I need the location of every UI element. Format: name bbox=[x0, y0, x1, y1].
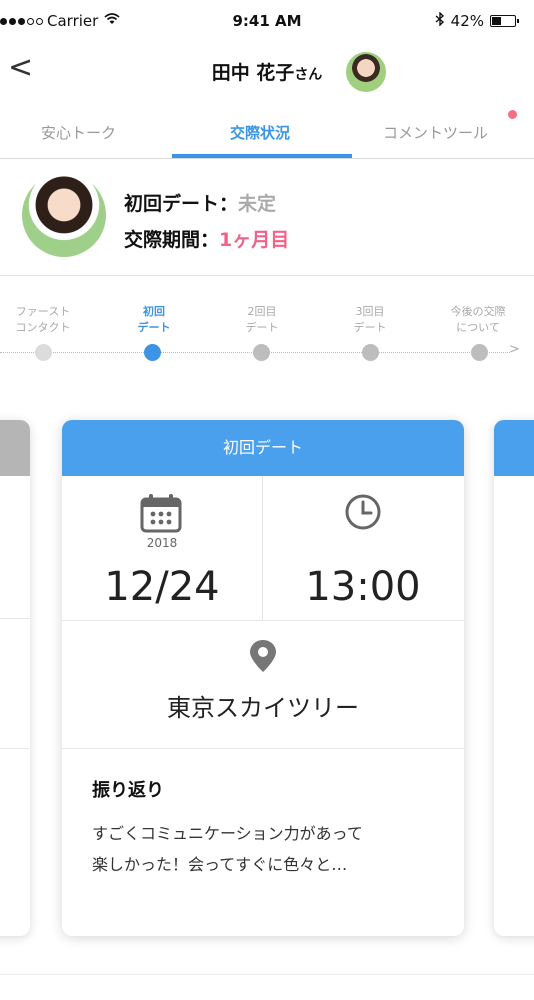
first-date-label: 初回デート： bbox=[124, 193, 239, 215]
step-first-date[interactable]: 初回 デート bbox=[109, 304, 199, 336]
card-title: 初回デート bbox=[62, 420, 464, 476]
period-value: 1ヶ月目 bbox=[219, 229, 290, 251]
calendar-icon bbox=[139, 493, 183, 533]
review-line: すごくコミュニケーション力があって bbox=[92, 824, 363, 843]
step-label-line2: コンタクト bbox=[15, 321, 71, 334]
date-card[interactable]: 初回デート 2018 12/24 13:00 東京スカイツリー 振り返り すごく… bbox=[62, 420, 464, 936]
place-name: 東京スカイツリー bbox=[167, 694, 359, 722]
step-label-line1: ファースト bbox=[15, 305, 71, 318]
next-card-header bbox=[494, 420, 534, 476]
step-dot-future bbox=[471, 344, 488, 361]
date-year: 2018 bbox=[146, 536, 178, 550]
partner-name: 田中 花子 bbox=[211, 62, 295, 84]
step-label-line2: について bbox=[456, 321, 500, 334]
review-line: 楽しかった！会ってすぐに色々と… bbox=[92, 855, 348, 874]
divider bbox=[0, 974, 534, 975]
battery-percent: 42% bbox=[450, 12, 484, 30]
partner-avatar[interactable] bbox=[346, 52, 386, 92]
step-dot-second-date bbox=[253, 344, 270, 361]
divider bbox=[62, 620, 464, 621]
step-future[interactable]: 今後の交際 について bbox=[433, 304, 523, 336]
first-date-value: 未定 bbox=[238, 193, 277, 215]
step-label-line2: デート bbox=[245, 321, 279, 334]
clock-icon bbox=[343, 492, 383, 532]
page-title: 田中 花子さん bbox=[0, 58, 534, 85]
relationship-summary: 初回デート：未定 交際期間：1ヶ月目 bbox=[0, 159, 534, 276]
step-third-date[interactable]: 3回目 デート bbox=[325, 304, 415, 336]
date-cell: 2018 12/24 bbox=[62, 476, 263, 620]
tab-comment-tool[interactable]: コメントツール bbox=[383, 122, 488, 143]
divider bbox=[62, 748, 464, 749]
step-dot-first-date bbox=[144, 344, 161, 361]
review-text: すごくコミュニケーション力があって 楽しかった！会ってすぐに色々と… bbox=[92, 818, 452, 880]
step-label-line1: 今後の交際 bbox=[450, 305, 506, 318]
status-bar: Carrier 9:41 AM 42% bbox=[0, 0, 534, 40]
notification-dot bbox=[508, 110, 517, 119]
step-second-date[interactable]: 2回目 デート bbox=[217, 304, 307, 336]
review-title: 振り返り bbox=[92, 780, 164, 801]
battery-icon bbox=[490, 15, 519, 27]
period-row: 交際期間：1ヶ月目 bbox=[124, 225, 289, 252]
location-pin-icon bbox=[248, 638, 278, 674]
step-label-line1: 初回 bbox=[143, 305, 165, 318]
tab-relationship-status[interactable]: 交際状況 bbox=[230, 122, 290, 143]
name-suffix: さん bbox=[294, 67, 323, 83]
next-card[interactable] bbox=[494, 420, 534, 936]
divider bbox=[0, 618, 30, 619]
progress-steps: ファースト コンタクト 初回 デート 2回目 デート 3回目 デート 今後の交際… bbox=[0, 290, 534, 370]
chevron-right-icon: > bbox=[509, 342, 520, 357]
step-dot-third-date bbox=[362, 344, 379, 361]
step-first-contact[interactable]: ファースト コンタクト bbox=[0, 304, 88, 336]
nav-bar: < 田中 花子さん bbox=[0, 40, 534, 100]
step-label-line2: デート bbox=[353, 321, 387, 334]
period-label: 交際期間： bbox=[124, 229, 220, 251]
previous-card-header bbox=[0, 420, 30, 476]
first-date-row: 初回デート：未定 bbox=[124, 189, 276, 216]
step-label-line2: デート bbox=[137, 321, 171, 334]
step-label-line1: 3回目 bbox=[355, 305, 385, 318]
partner-photo bbox=[22, 173, 106, 257]
tab-bar: 安心トーク 交際状況 コメントツール bbox=[0, 108, 534, 159]
date-value: 12/24 bbox=[104, 564, 220, 610]
bluetooth-icon bbox=[435, 11, 445, 30]
previous-card[interactable] bbox=[0, 420, 30, 936]
step-label-line1: 2回目 bbox=[247, 305, 277, 318]
divider bbox=[0, 748, 30, 749]
step-dot-first-contact bbox=[35, 344, 52, 361]
time-value: 13:00 bbox=[305, 564, 421, 610]
active-tab-indicator bbox=[172, 154, 352, 158]
tab-anshin-talk[interactable]: 安心トーク bbox=[41, 122, 116, 143]
time-cell: 13:00 bbox=[263, 476, 464, 620]
status-right: 42% bbox=[435, 11, 519, 30]
